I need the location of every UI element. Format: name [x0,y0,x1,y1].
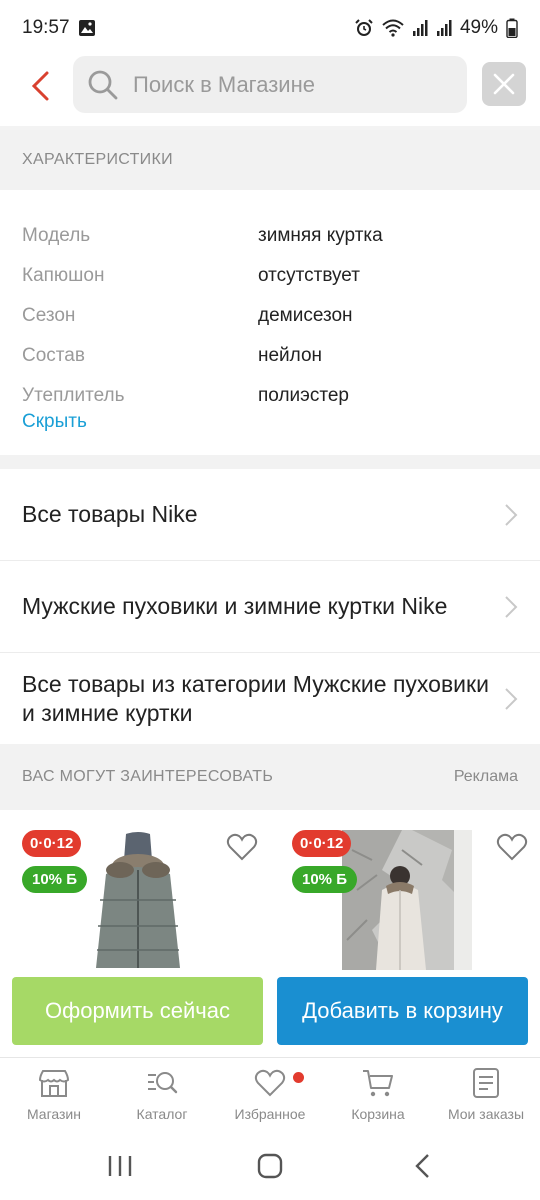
recommendations-header: ВАС МОГУТ ЗАИНТЕРЕСОВАТЬ Реклама [0,744,540,810]
heart-icon [254,1069,286,1097]
status-right: 49% [354,17,518,39]
status-time: 19:57 [22,17,70,38]
spec-label: Модель [22,225,91,246]
home-button[interactable] [250,1149,290,1183]
recent-apps-button[interactable] [100,1149,140,1183]
wifi-icon [382,19,404,37]
bottom-nav: Магазин Каталог Избранное Корзина Мои за… [0,1057,540,1133]
battery-icon [506,18,518,38]
product-image[interactable] [92,830,184,970]
recommended-products: 0·0·12 10% Б 0·0·12 10% Б [0,810,540,975]
specs-heading: ХАРАКТЕРИСТИКИ [0,130,540,190]
all-brand-products-link[interactable]: Все товары Nike [0,469,540,561]
search-input[interactable] [133,71,433,98]
spec-value: демисезон [258,305,353,326]
discount-badge: 10% Б [292,866,357,893]
chevron-right-icon [505,687,518,710]
nav-label: Мои заказы [447,1106,525,1122]
product-card[interactable]: 0·0·12 10% Б [22,830,272,975]
store-icon [38,1070,70,1097]
order-now-button[interactable]: Оформить сейчас [12,977,263,1045]
spec-value: полиэстер [258,385,349,406]
nav-item-orders[interactable]: Мои заказы [432,1066,540,1122]
status-bar: 19:57 49% [0,0,540,56]
chevron-right-icon [505,503,518,526]
spec-label: Капюшон [22,265,105,286]
close-icon [493,73,515,95]
category-products-link[interactable]: Все товары из категории Мужские пуховики… [0,653,540,744]
heart-icon[interactable] [226,832,258,862]
spec-value: нейлон [258,345,323,366]
spec-value: зимняя куртка [258,225,383,246]
cart-icon [363,1070,393,1097]
search-icon [88,70,118,99]
back-icon [415,1154,429,1178]
section-separator [0,455,540,469]
clear-search-button[interactable] [482,62,526,106]
system-back-button[interactable] [402,1149,442,1183]
spec-value: отсутствует [258,265,360,286]
nav-item-favorites[interactable]: Избранное [216,1066,324,1122]
status-left: 19:57 [22,17,96,39]
recommendations-title: ВАС МОГУТ ЗАИНТЕРЕСОВАТЬ [22,768,274,785]
battery-percent: 49% [459,17,498,38]
catalog-icon [148,1072,178,1094]
spec-label: Состав [22,345,85,366]
timer-badge: 0·0·12 [22,830,82,857]
back-arrow-icon [31,71,49,101]
discount-badge: 10% Б [22,866,87,893]
timer-badge: 0·0·12 [292,830,352,857]
nav-label: Избранное [234,1106,306,1122]
add-to-cart-button[interactable]: Добавить в корзину [277,977,528,1045]
ad-label: Реклама [453,768,518,785]
alarm-icon [355,19,373,36]
nav-item-store[interactable]: Магазин [0,1066,108,1122]
chevron-right-icon [505,595,518,618]
nav-item-catalog[interactable]: Каталог [108,1066,216,1122]
search-bar[interactable] [73,56,467,113]
spec-label: Утеплитель [22,385,125,406]
notification-badge [293,1072,304,1083]
link-label: Все товары Nike [22,501,198,527]
nav-label: Каталог [136,1106,188,1122]
gallery-icon [78,20,95,36]
nav-label: Магазин [26,1106,81,1122]
nav-item-cart[interactable]: Корзина [324,1066,432,1122]
back-button[interactable] [22,66,58,106]
heart-icon[interactable] [496,832,528,862]
hide-specs-link[interactable]: Скрыть [22,411,87,433]
nav-label: Корзина [351,1106,405,1122]
brand-category-link[interactable]: Мужские пуховики и зимние куртки Nike [0,561,540,653]
specs-section: Модель зимняя куртка Капюшон отсутствует… [0,190,540,455]
system-nav-bar [0,1133,540,1200]
link-label: Все товары из категории Мужские пуховики… [22,670,489,726]
product-card[interactable]: 0·0·12 10% Б [292,830,540,975]
link-label: Мужские пуховики и зимние куртки Nike [22,593,448,619]
signal-icon [412,20,428,36]
recent-apps-icon [108,1156,132,1176]
signal-icon [436,20,452,36]
orders-icon [473,1068,499,1098]
home-icon [257,1153,283,1179]
search-header [0,56,540,126]
spec-label: Сезон [22,305,76,326]
action-bar: Оформить сейчас Добавить в корзину [0,975,540,1057]
product-image[interactable] [342,830,472,970]
